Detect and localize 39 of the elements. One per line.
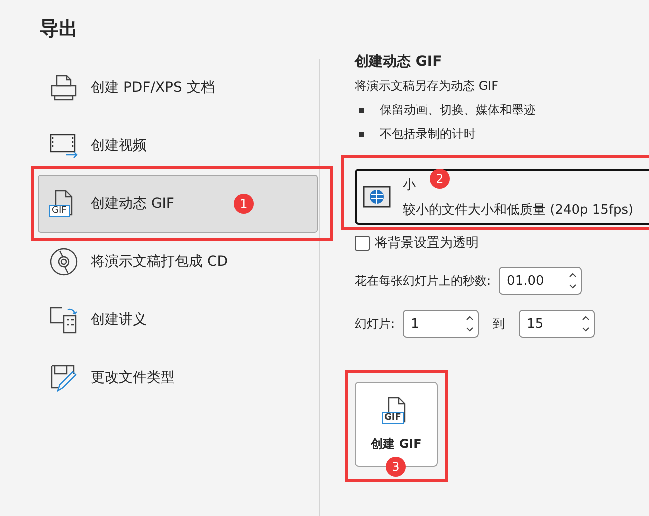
bullet-icon [359,132,364,137]
slide-to-field[interactable]: 15 [519,310,596,338]
menu-item-label: 创建动态 GIF [91,195,174,213]
transparent-checkbox[interactable]: 将背景设置为透明 [355,234,649,252]
menu-item[interactable]: 创建视频 [38,117,318,175]
file-pencil-icon [49,363,79,393]
slides-label: 幻灯片: [355,316,396,332]
checkbox[interactable] [355,236,370,250]
menu-item[interactable]: 创建讲义 [38,291,318,349]
disc-icon [49,247,79,277]
quality-name: 小 [403,176,416,194]
slide-globe-icon [363,186,391,208]
page-title: 导出 [39,17,79,40]
printer-icon [49,73,79,103]
spin-arrows-icon[interactable] [569,271,578,291]
bullet-text: 保留动画、切换、媒体和墨迹 [380,102,536,119]
menu-item-label: 创建 PDF/XPS 文档 [91,79,215,97]
spin-arrows-icon[interactable] [582,314,590,334]
slide-from-field[interactable]: 1 [403,310,480,338]
menu-item-label: 更改文件类型 [91,369,175,387]
seconds-field[interactable]: 01.00 [499,267,582,295]
menu-item-label: 创建视频 [91,137,147,155]
menu-item[interactable]: 创建 PDF/XPS 文档 [38,59,318,117]
section-heading: 创建动态 GIF [355,53,444,71]
bullet-icon [359,108,364,113]
section-description: 将演示文稿另存为动态 GIF [355,78,500,95]
seconds-label: 花在每张幻灯片上的秒数: [355,272,492,290]
step-badge: 2 [430,169,450,189]
checkbox-label: 将背景设置为透明 [375,235,479,252]
spin-arrows-icon[interactable] [466,314,474,334]
range-separator: 到 [493,316,506,332]
menu-item-label: 创建讲义 [91,311,147,329]
menu-item-label: 将演示文稿打包成 CD [91,253,228,271]
step-badge: 3 [386,457,406,477]
bullet-text: 不包括录制的计时 [380,126,476,143]
menu-item[interactable]: 将演示文稿打包成 CD [38,233,318,291]
quality-detail: 较小的文件大小和低质量 (240p 15fps) [403,202,634,218]
menu-item[interactable]: 更改文件类型 [38,349,318,407]
handout-icon [49,305,79,335]
